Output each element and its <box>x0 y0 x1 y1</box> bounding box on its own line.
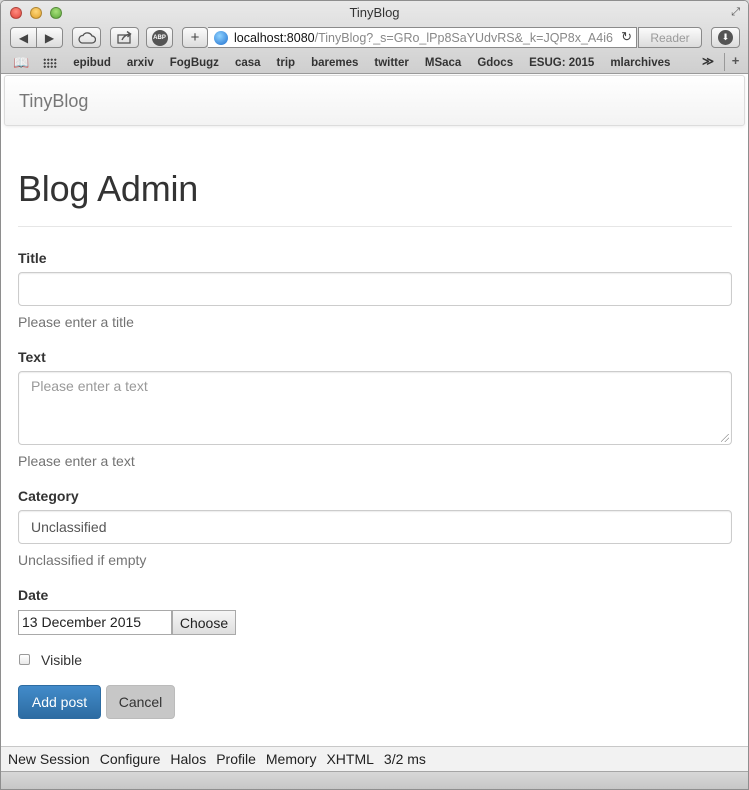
seaside-dev-toolbar: New Session Configure Halos Profile Memo… <box>1 746 748 771</box>
new-tab-button[interactable]: + <box>182 27 208 48</box>
title-label: Title <box>18 250 47 266</box>
bookmark-item[interactable]: Gdocs <box>477 57 513 69</box>
page-title: Blog Admin <box>18 168 199 209</box>
bookmark-item[interactable]: ESUG: 2015 <box>529 57 594 69</box>
devbar-new-session[interactable]: New Session <box>8 751 90 767</box>
bookmark-item[interactable]: FogBugz <box>170 57 219 69</box>
globe-icon <box>214 30 228 45</box>
url-host: localhost:8080 <box>234 30 315 45</box>
resize-handle-icon[interactable] <box>721 434 729 442</box>
bookmarks-overflow-button[interactable]: ≫ <box>702 54 714 68</box>
site-navbar: TinyBlog <box>4 75 745 126</box>
text-help: Please enter a text <box>18 453 135 469</box>
devbar-profile[interactable]: Profile <box>216 751 256 767</box>
bookmark-item[interactable]: MSaca <box>425 57 461 69</box>
share-button[interactable] <box>110 27 139 48</box>
icloud-tabs-button[interactable] <box>72 27 101 48</box>
devbar-memory[interactable]: Memory <box>266 751 317 767</box>
reader-button[interactable]: Reader <box>638 27 702 48</box>
category-label: Category <box>18 488 79 504</box>
visible-label[interactable]: Visible <box>41 652 82 668</box>
devbar-halos[interactable]: Halos <box>170 751 206 767</box>
category-input[interactable]: Unclassified <box>18 510 732 544</box>
downloads-button[interactable]: ⬇ <box>711 27 740 48</box>
bookmark-item[interactable]: casa <box>235 57 261 69</box>
bookmark-item[interactable]: epibud <box>73 57 111 69</box>
visible-checkbox[interactable] <box>19 654 30 665</box>
devbar-timing: 3/2 ms <box>383 751 426 767</box>
title-input[interactable] <box>18 272 732 306</box>
url-path: /TinyBlog?_s=GRo_lPp8SaYUdvRS&_k=JQP8x_A… <box>314 30 613 45</box>
cancel-button[interactable]: Cancel <box>106 685 175 719</box>
bookmark-item[interactable]: baremes <box>311 57 358 69</box>
fullscreen-icon[interactable]: ⤢ <box>731 6 740 19</box>
browser-window: TinyBlog ⤢ ◀ ▶ ABP + localhost:8080 /Tin… <box>0 0 749 790</box>
text-label: Text <box>18 349 46 365</box>
download-icon: ⬇ <box>718 30 733 45</box>
forward-button[interactable]: ▶ <box>36 27 63 48</box>
cloud-icon <box>77 31 96 44</box>
bookmark-item[interactable]: mlarchives <box>610 57 670 69</box>
date-label: Date <box>18 587 49 603</box>
back-arrow-icon: ◀ <box>18 30 29 45</box>
window-title: TinyBlog <box>349 5 400 20</box>
adblock-button[interactable]: ABP <box>146 27 173 48</box>
choose-date-button[interactable]: Choose <box>172 610 236 635</box>
text-textarea[interactable]: Please enter a text <box>18 371 732 445</box>
abp-icon: ABP <box>151 29 168 46</box>
date-input[interactable]: 13 December 2015 <box>18 610 172 635</box>
devbar-configure[interactable]: Configure <box>100 751 161 767</box>
forward-arrow-icon: ▶ <box>44 30 55 45</box>
browser-toolbar: ◀ ▶ ABP + localhost:8080 /TinyBlog?_s=GR… <box>1 26 748 50</box>
grid-icon[interactable] <box>43 57 58 68</box>
browser-chrome: TinyBlog ⤢ ◀ ▶ ABP + localhost:8080 /Tin… <box>1 1 748 74</box>
title-help: Please enter a title <box>18 314 134 330</box>
back-button[interactable]: ◀ <box>10 27 37 48</box>
bookmark-item[interactable]: twitter <box>374 57 409 69</box>
bookmarks-bar: 📖 epibud arxiv FogBugz casa trip baremes… <box>1 52 748 73</box>
plus-icon: + <box>190 29 200 46</box>
reload-icon[interactable]: ↻ <box>618 29 632 45</box>
category-help: Unclassified if empty <box>18 552 147 568</box>
title-bar: TinyBlog ⤢ <box>1 1 748 25</box>
header-divider <box>18 226 732 227</box>
navbar-brand[interactable]: TinyBlog <box>19 91 88 112</box>
bookmark-item[interactable]: trip <box>277 57 296 69</box>
text-placeholder: Please enter a text <box>31 378 148 394</box>
share-icon <box>116 31 132 44</box>
add-bookmark-plus-icon[interactable]: + <box>724 53 746 71</box>
devbar-xhtml[interactable]: XHTML <box>326 751 373 767</box>
status-bar <box>1 771 748 789</box>
address-bar[interactable]: localhost:8080/TinyBlog?_s=GRo_lPp8SaYUd… <box>208 27 637 48</box>
add-post-button[interactable]: Add post <box>18 685 101 719</box>
bookmark-item[interactable]: arxiv <box>127 57 154 69</box>
book-icon[interactable]: 📖 <box>13 55 29 71</box>
